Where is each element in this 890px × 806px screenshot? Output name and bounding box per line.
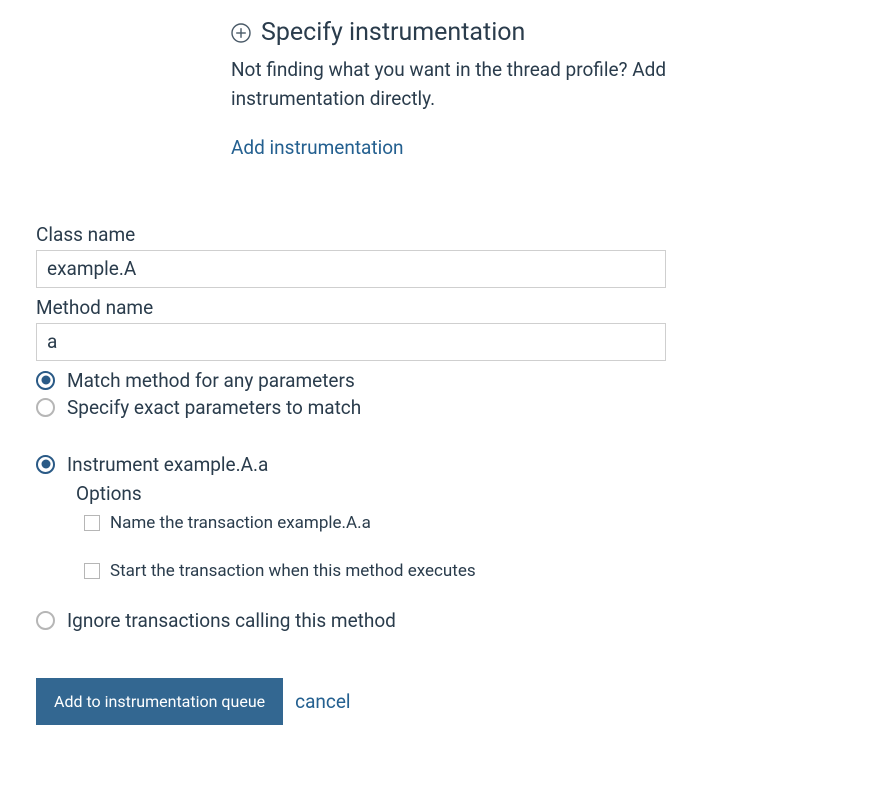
match-any-radio[interactable] [36,371,55,390]
method-name-label: Method name [36,296,840,319]
class-name-label: Class name [36,223,840,246]
class-name-input[interactable] [36,250,666,288]
match-exact-label[interactable]: Specify exact parameters to match [67,396,361,419]
options-heading: Options [76,482,840,505]
plus-circle-icon [231,23,251,43]
add-to-queue-button[interactable]: Add to instrumentation queue [36,678,283,725]
cancel-link[interactable]: cancel [295,690,350,713]
method-name-input[interactable] [36,323,666,361]
match-exact-radio[interactable] [36,398,55,417]
instrument-label[interactable]: Instrument example.A.a [67,453,268,476]
name-transaction-label[interactable]: Name the transaction example.A.a [110,513,371,533]
instrument-radio[interactable] [36,455,55,474]
section-title: Specify instrumentation [261,18,525,47]
ignore-radio[interactable] [36,611,55,630]
section-header: Specify instrumentation [231,18,840,47]
match-any-label[interactable]: Match method for any parameters [67,369,355,392]
add-instrumentation-link[interactable]: Add instrumentation [231,136,404,159]
start-transaction-checkbox[interactable] [84,563,100,579]
ignore-label[interactable]: Ignore transactions calling this method [67,609,396,632]
name-transaction-checkbox[interactable] [84,515,100,531]
section-description: Not finding what you want in the thread … [231,55,791,114]
start-transaction-label[interactable]: Start the transaction when this method e… [110,561,476,581]
